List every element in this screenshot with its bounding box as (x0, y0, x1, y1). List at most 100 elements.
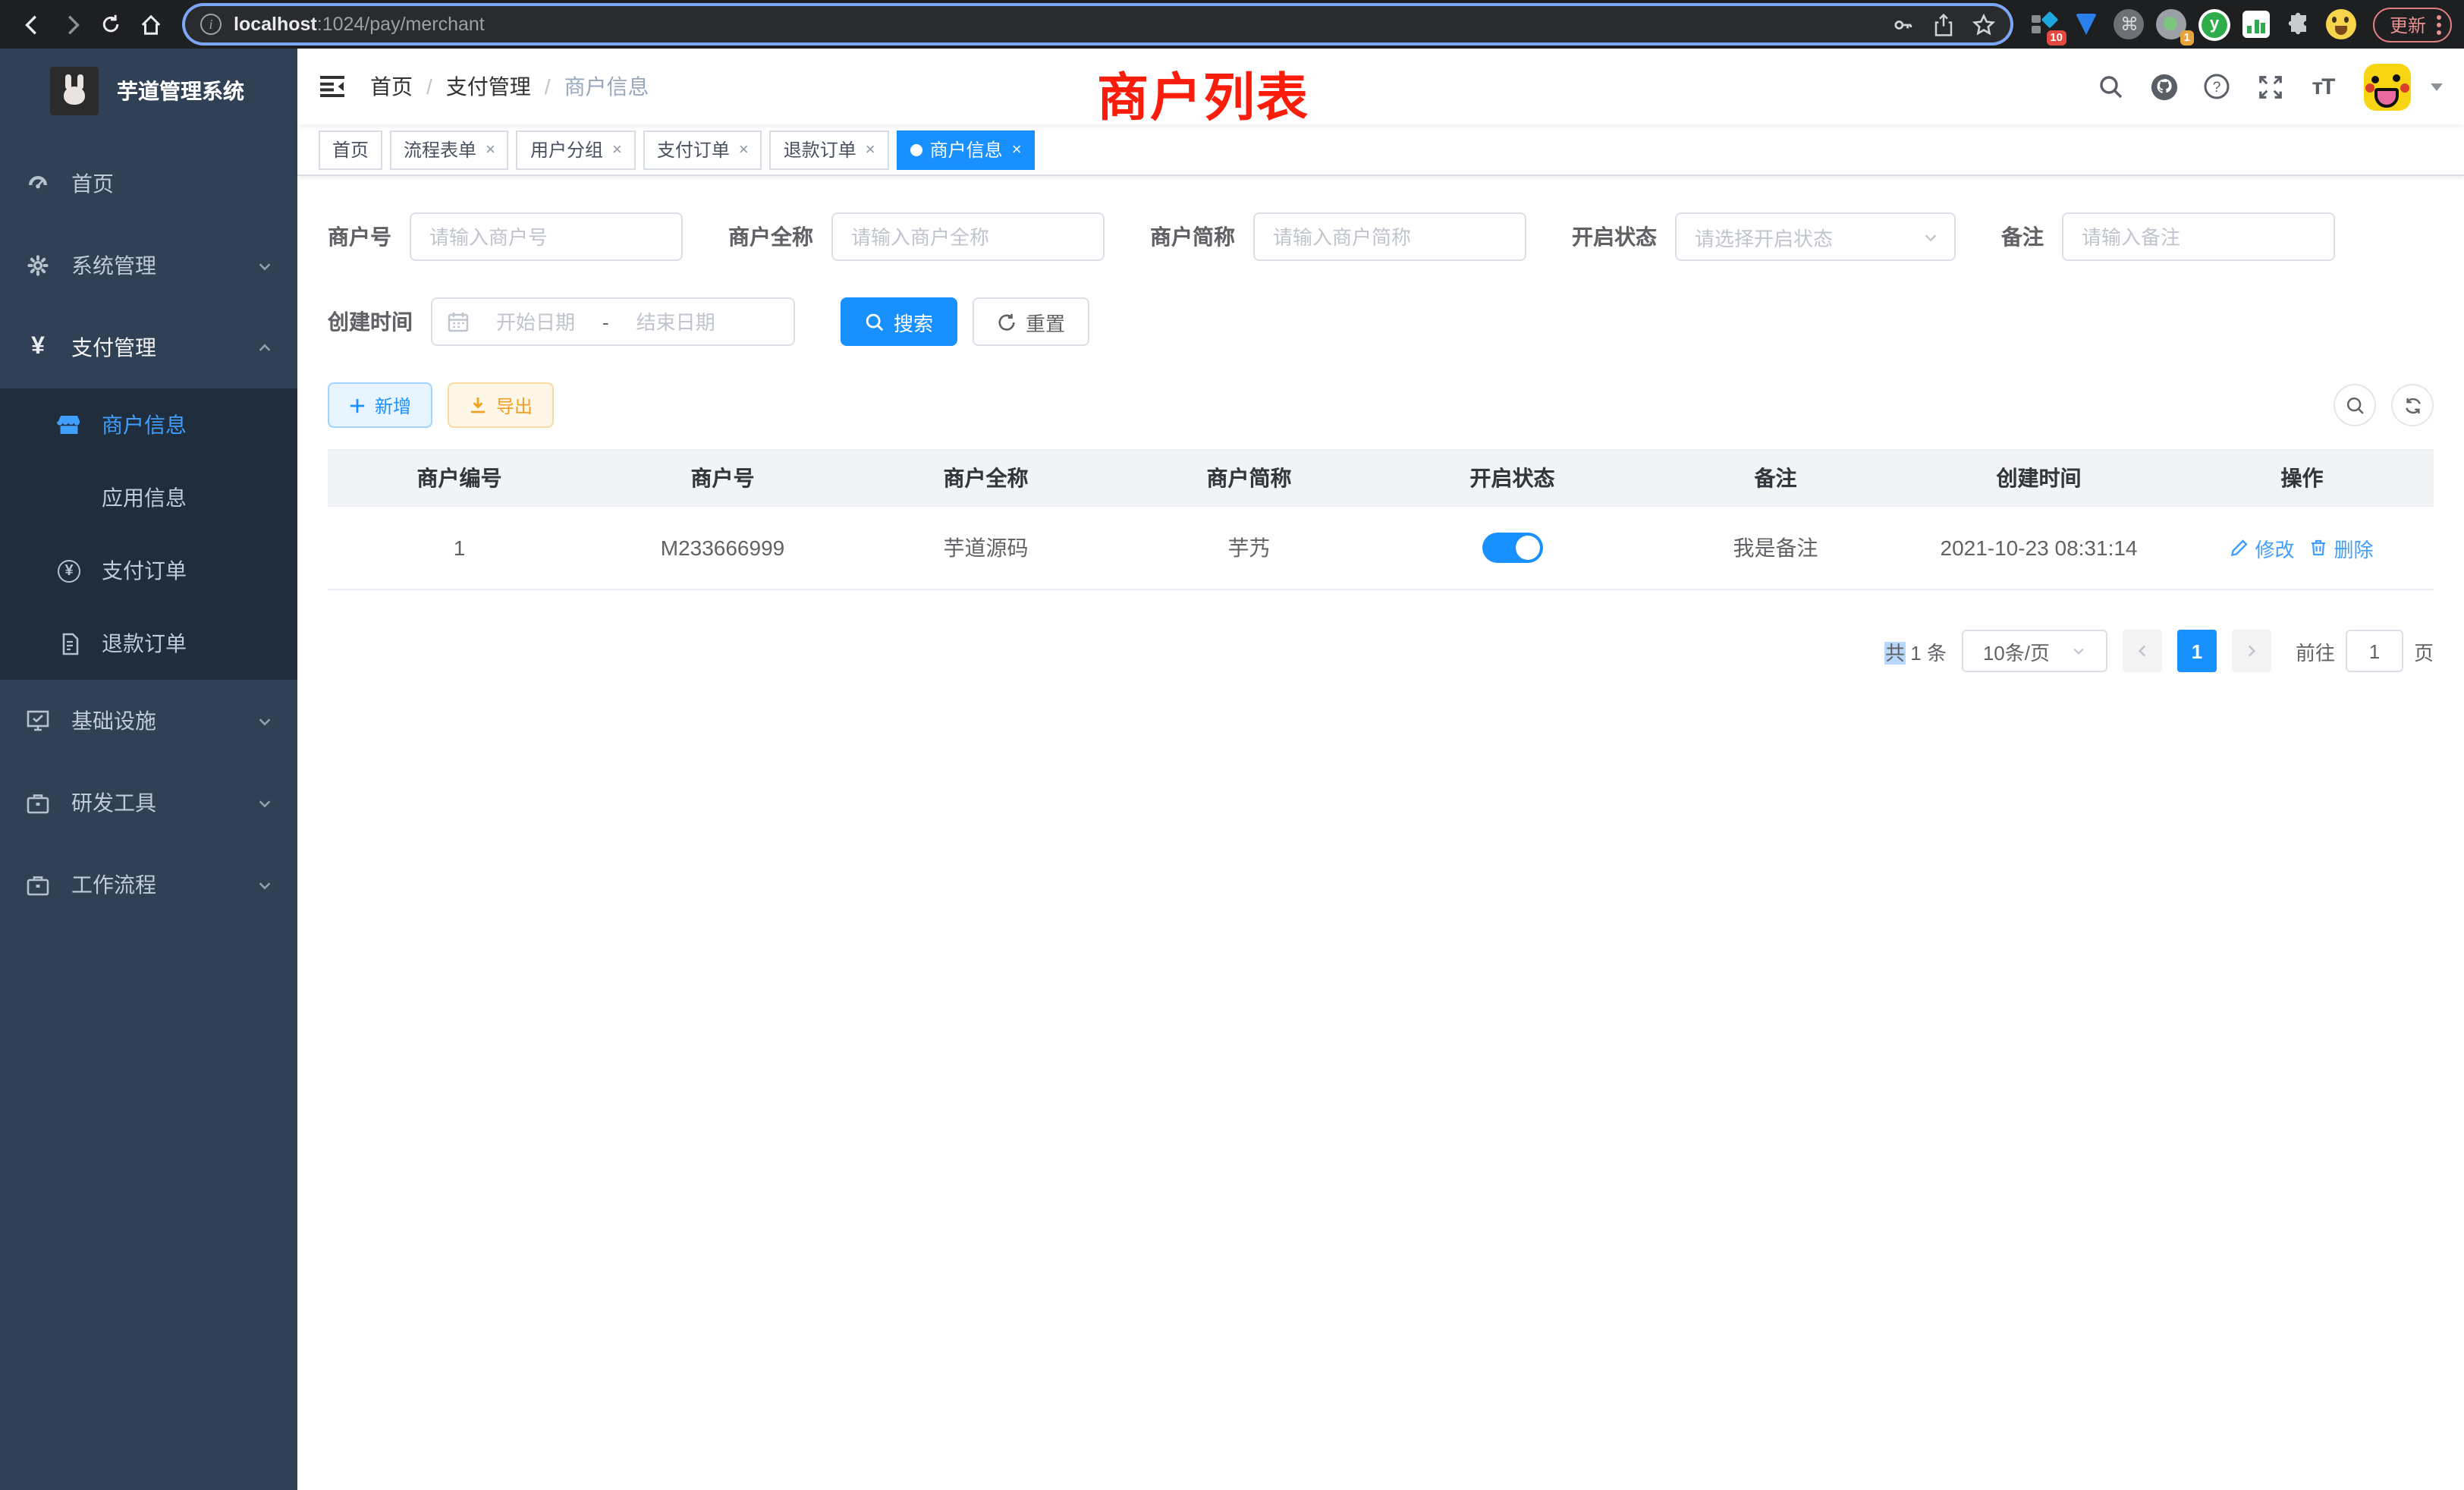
user-avatar[interactable] (2364, 63, 2411, 110)
cell-remark: 我是备注 (1644, 507, 1907, 589)
tab-merchant-info[interactable]: 商户信息× (897, 130, 1036, 169)
col-remark: 备注 (1644, 451, 1907, 505)
col-actions: 操作 (2170, 451, 2434, 505)
create-time-range-picker[interactable]: - (431, 297, 795, 346)
share-icon[interactable] (1933, 13, 1954, 36)
status-select[interactable]: 请选择开启状态 (1675, 212, 1956, 261)
github-icon[interactable] (2145, 68, 2182, 105)
bookmark-star-icon[interactable] (1972, 13, 1995, 36)
sidebar-item-devtools[interactable]: 研发工具 (0, 762, 297, 844)
sidebar-item-system[interactable]: 系统管理 (0, 225, 297, 306)
cell-merchant-no: M233666999 (591, 507, 854, 589)
prev-page-button[interactable] (2123, 630, 2162, 672)
app-logo[interactable]: 芋道管理系统 (0, 49, 297, 130)
monitor-check-icon (26, 709, 50, 733)
extension-recorder-icon[interactable]: 1 (2156, 8, 2188, 40)
sidebar-item-home[interactable]: 首页 (0, 143, 297, 225)
table-header: 商户编号 商户号 商户全称 商户简称 开启状态 备注 创建时间 操作 (328, 451, 2434, 507)
page-unit-label: 页 (2414, 637, 2434, 665)
full-name-input[interactable] (831, 212, 1105, 261)
pagination: 共 1 条 10条/页 1 前往 (328, 630, 2434, 672)
extension-chart-icon[interactable] (2241, 8, 2273, 40)
yen-icon: ¥ (26, 335, 50, 360)
address-bar[interactable]: i localhost:1024/pay/merchant (185, 6, 2010, 42)
next-page-button[interactable] (2232, 630, 2271, 672)
search-icon[interactable] (2092, 68, 2129, 105)
page-number-1[interactable]: 1 (2177, 630, 2217, 672)
breadcrumb-payment[interactable]: 支付管理 (446, 71, 531, 102)
short-name-label: 商户简称 (1150, 222, 1235, 252)
close-icon[interactable]: × (486, 140, 495, 159)
browser-home-button[interactable] (130, 5, 170, 44)
profile-avatar-icon[interactable] (2326, 8, 2358, 40)
blue-diamond-icon (2041, 11, 2059, 28)
goto-page-input[interactable] (2346, 630, 2403, 672)
end-date-input[interactable] (618, 310, 734, 333)
help-icon[interactable]: ? (2198, 68, 2235, 105)
close-icon[interactable]: × (739, 140, 749, 159)
merchant-no-label: 商户号 (328, 222, 391, 252)
logo-image (50, 67, 99, 115)
close-icon[interactable]: × (612, 140, 622, 159)
tab-user-group[interactable]: 用户分组× (517, 130, 636, 169)
tab-process-form[interactable]: 流程表单× (390, 130, 509, 169)
briefcase-icon (26, 873, 50, 896)
sidebar-item-refund-order[interactable]: 退款订单 (0, 607, 297, 680)
sidebar-item-app-info[interactable]: 应用信息 (0, 461, 297, 534)
create-time-label: 创建时间 (328, 306, 413, 337)
site-info-icon[interactable]: i (200, 14, 222, 35)
tab-pay-order[interactable]: 支付订单× (643, 130, 762, 169)
sidebar-item-payment[interactable]: ¥ 支付管理 (0, 306, 297, 388)
sidebar-item-merchant-info[interactable]: 商户信息 (0, 388, 297, 461)
browser-back-button[interactable] (12, 5, 52, 44)
extension-badge: 10 (2046, 30, 2066, 45)
short-name-input[interactable] (1253, 212, 1526, 261)
search-button[interactable]: 搜索 (841, 297, 957, 346)
extension-tabs-icon[interactable]: 10 (2029, 8, 2060, 40)
refresh-button[interactable] (2391, 384, 2434, 426)
briefcase-icon (26, 791, 50, 814)
sidebar-item-pay-order[interactable]: ¥ 支付订单 (0, 534, 297, 607)
page-size-select[interactable]: 10条/页 (1962, 630, 2107, 672)
app-title: 芋道管理系统 (117, 76, 244, 106)
extensions-puzzle-icon[interactable] (2283, 8, 2315, 40)
extension-tray: 10 ⌘ 1 y (2029, 8, 2358, 40)
col-created: 创建时间 (1907, 451, 2170, 505)
status-label: 开启状态 (1572, 222, 1657, 252)
breadcrumb-home[interactable]: 首页 (370, 71, 413, 102)
reset-button[interactable]: 重置 (973, 297, 1089, 346)
browser-reload-button[interactable] (91, 5, 130, 44)
avatar-caret-icon[interactable] (2431, 83, 2443, 90)
delete-link[interactable]: 删除 (2310, 533, 2374, 562)
password-key-icon[interactable] (1892, 13, 1915, 36)
cell-full-name: 芋道源码 (854, 507, 1117, 589)
gear-icon (26, 253, 50, 278)
font-size-icon[interactable]: тT (2305, 68, 2341, 105)
tab-refund-order[interactable]: 退款订单× (770, 130, 889, 169)
sidebar-item-workflow[interactable]: 工作流程 (0, 844, 297, 926)
edit-link[interactable]: 修改 (2230, 533, 2294, 562)
sidebar-collapse-icon[interactable] (319, 74, 346, 99)
fullscreen-icon[interactable] (2252, 68, 2288, 105)
extension-gem-icon[interactable] (2071, 8, 2103, 40)
browser-update-button[interactable]: 更新 (2373, 7, 2452, 42)
start-date-input[interactable] (478, 310, 593, 333)
extension-badge: 1 (2180, 30, 2194, 45)
tab-home[interactable]: 首页 (319, 130, 382, 169)
export-button[interactable]: 导出 (448, 382, 554, 428)
browser-forward-button[interactable] (52, 5, 91, 44)
sidebar-item-infra[interactable]: 基础设施 (0, 680, 297, 762)
goto-label: 前往 (2296, 637, 2335, 665)
toggle-search-button[interactable] (2334, 384, 2376, 426)
url-text[interactable]: localhost:1024/pay/merchant (234, 14, 1874, 35)
merchant-no-input[interactable] (410, 212, 683, 261)
remark-input[interactable] (2062, 212, 2335, 261)
close-icon[interactable]: × (866, 140, 875, 159)
browser-menu-icon[interactable] (2437, 14, 2441, 34)
close-icon[interactable]: × (1012, 140, 1022, 159)
status-toggle[interactable] (1482, 533, 1543, 563)
extension-y-icon[interactable]: y (2198, 8, 2230, 40)
chevron-down-icon (2071, 643, 2086, 659)
add-button[interactable]: 新增 (328, 382, 432, 428)
extension-command-icon[interactable]: ⌘ (2114, 8, 2145, 40)
